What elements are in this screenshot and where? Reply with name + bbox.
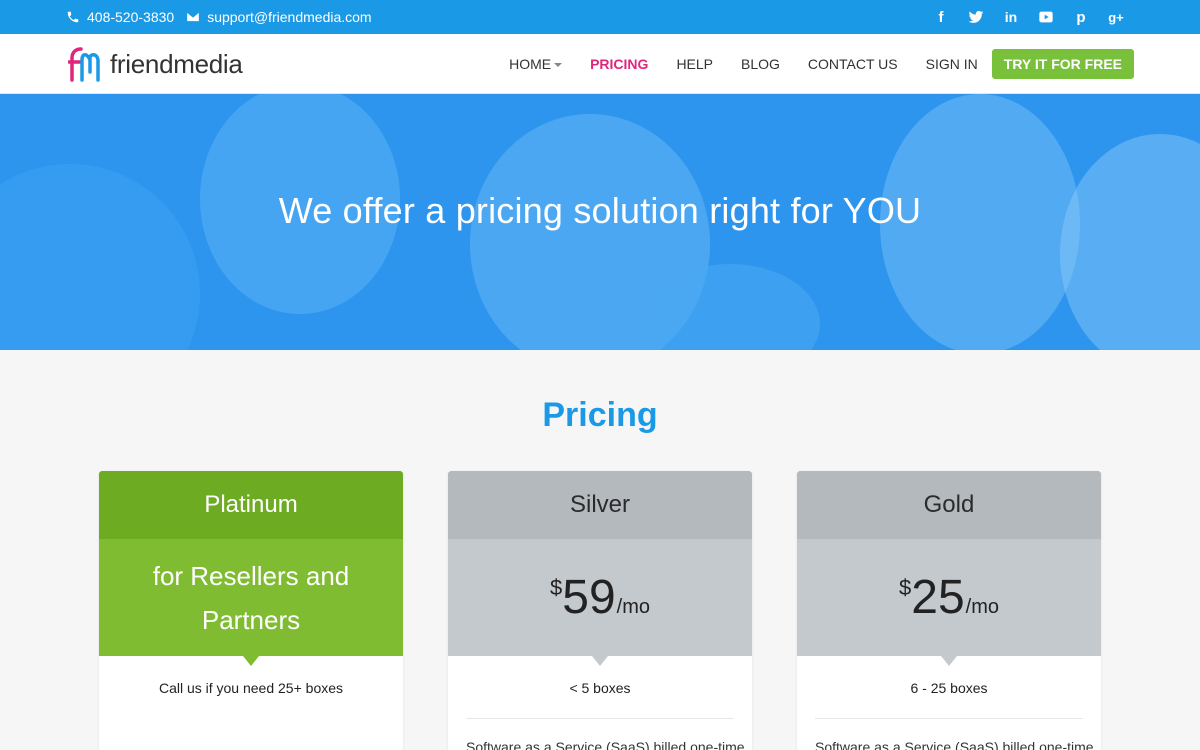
nav-pricing[interactable]: PRICING [590,56,648,72]
plan-boxes: Call us if you need 25+ boxes [158,680,344,696]
youtube-icon[interactable] [1038,9,1054,25]
envelope-icon [187,12,200,22]
plan-name: Platinum [99,471,403,539]
try-it-free-button[interactable]: TRY IT FOR FREE [991,49,1134,79]
linkedin-icon[interactable]: in [1003,9,1019,25]
logo-text: friendmedia [110,48,243,79]
google-plus-icon[interactable]: g+ [1108,9,1124,25]
social-links: f in p g+ [933,0,1124,34]
pinterest-icon[interactable]: p [1073,9,1089,26]
price-period: /mo [965,595,999,618]
pricing-heading: Pricing [542,396,658,434]
hero-photo-shape [1060,134,1200,350]
email-address: support@friendmedia.com [207,9,372,25]
price-amount: 59 [562,570,616,624]
phone-number: 408-520-3830 [87,9,175,25]
nav-home[interactable]: HOME [509,56,563,72]
facebook-icon[interactable]: f [933,9,949,26]
phone-icon [67,11,79,23]
pricing-card-platinum: Platinum for Resellers and Partners Call… [99,471,403,750]
friendmedia-logo-icon [68,47,100,82]
nav-contact-us[interactable]: CONTACT US [808,56,898,72]
plan-price: $ 25 /mo [797,539,1101,666]
plan-name: Silver [448,471,752,539]
main-navbar: friendmedia HOME PRICING HELP BLOG CONTA… [0,34,1200,94]
nav-links: HOME PRICING HELP BLOG CONTACT US SIGN I… [481,34,1134,94]
top-bar: 408-520-3830 support@friendmedia.com f i… [0,0,1200,34]
pricing-card-silver: Silver $ 59 /mo < 5 boxes Software as a … [448,471,752,750]
plan-description: Software as a Service (SaaS) billed one-… [815,739,1094,750]
nav-sign-in[interactable]: SIGN IN [926,56,978,72]
price-currency: $ [550,574,563,600]
contact-info: 408-520-3830 support@friendmedia.com [66,0,372,34]
phone-contact[interactable]: 408-520-3830 [66,9,174,25]
logo[interactable]: friendmedia [68,44,243,84]
nav-help[interactable]: HELP [676,56,713,72]
plan-boxes: < 5 boxes [569,680,631,696]
chevron-down-icon [554,63,563,68]
plan-price: $ 59 /mo [448,539,752,666]
plan-boxes: 6 - 25 boxes [910,680,988,696]
pricing-card-gold: Gold $ 25 /mo 6 - 25 boxes Software as a… [797,471,1101,750]
plan-name: Gold [797,471,1101,539]
price-currency: $ [899,574,912,600]
price-period: /mo [616,595,650,618]
hero-title: We offer a pricing solution right for YO… [278,190,922,231]
plan-tagline: for Resellers and Partners [99,539,403,666]
plan-description: Software as a Service (SaaS) billed one-… [466,739,745,750]
nav-blog[interactable]: BLOG [741,56,780,72]
email-contact[interactable]: support@friendmedia.com [186,9,372,25]
price-amount: 25 [911,570,965,624]
nav-home-label: HOME [509,56,552,72]
twitter-icon[interactable] [968,9,984,25]
hero-banner: We offer a pricing solution right for YO… [0,94,1200,350]
